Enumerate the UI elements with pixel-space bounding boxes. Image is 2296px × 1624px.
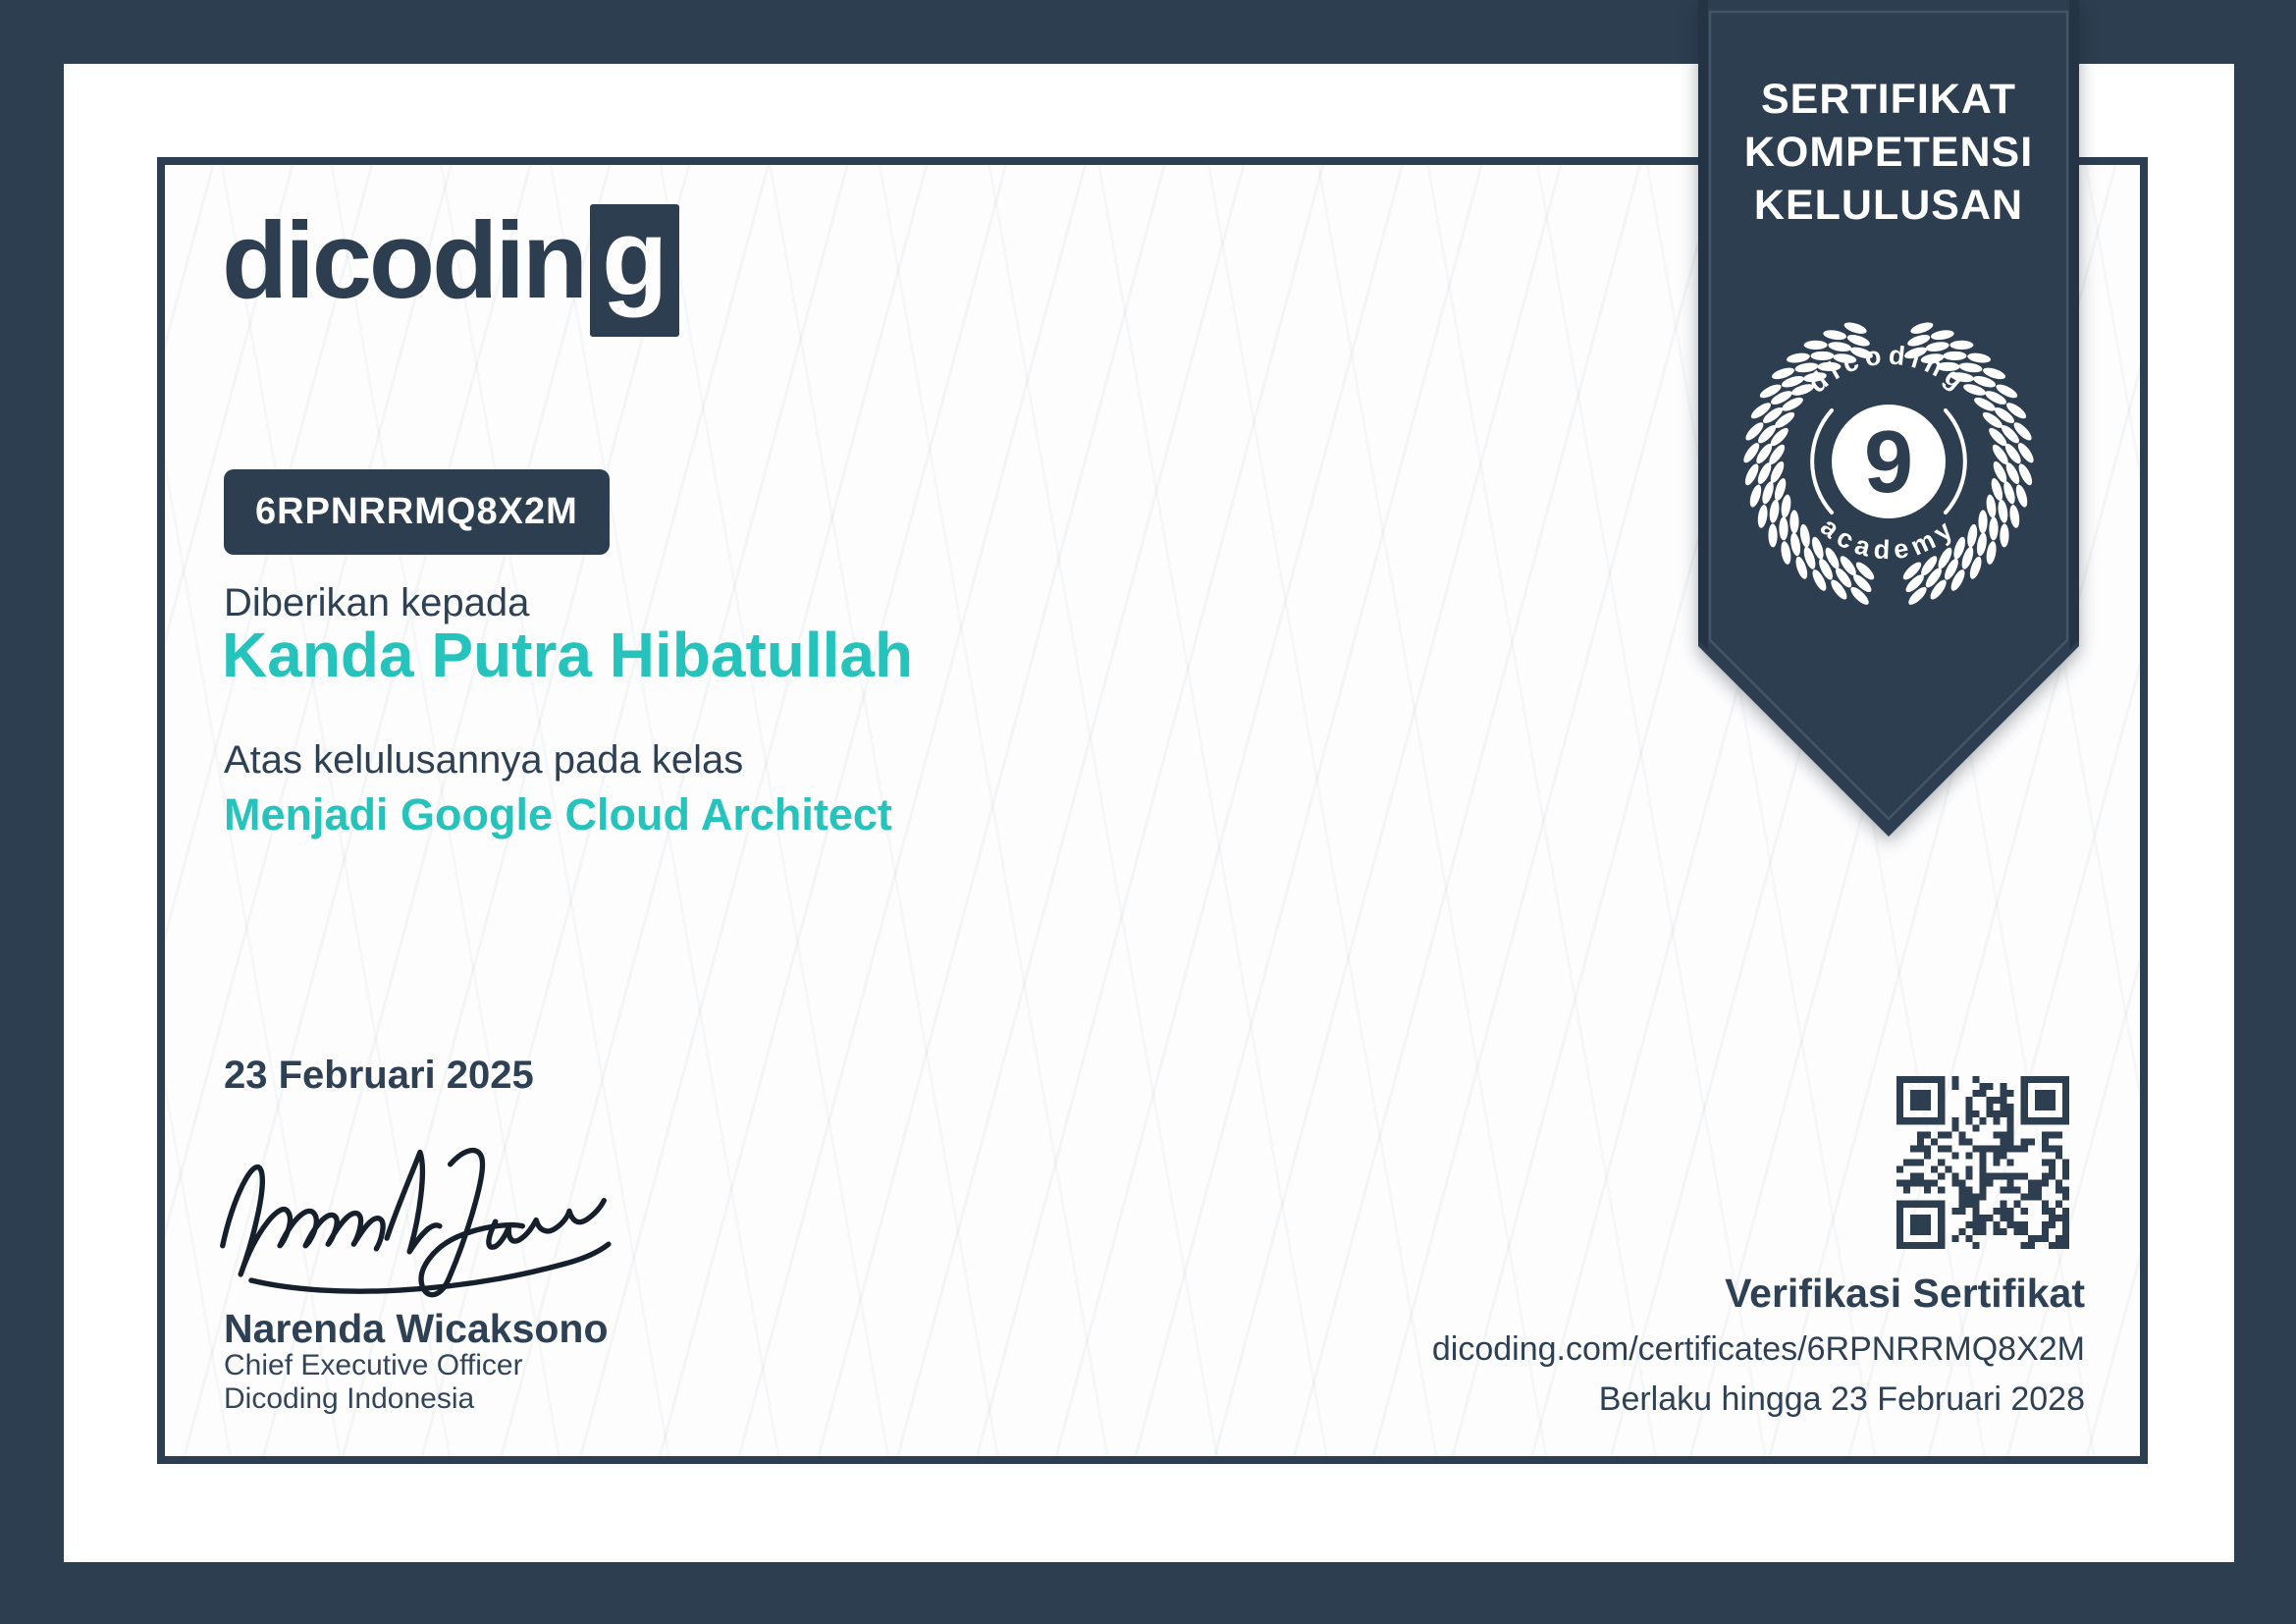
award-ribbon: dicoding academy 9 SERTIFIKAT KOMPETENSI… [1698, 0, 2079, 844]
ribbon-line-3: KELULUSAN [1753, 182, 2024, 229]
ribbon-title: SERTIFIKAT KOMPETENSI KELULUSAN [1698, 73, 2079, 232]
signature-image [220, 1148, 612, 1298]
course-title: Menjadi Google Cloud Architect [224, 789, 892, 839]
course-label: Atas kelulusannya pada kelas [224, 738, 744, 782]
verification-block: Verifikasi Sertifikat dicoding.com/certi… [1432, 1271, 2085, 1419]
dicoding-logo: dicodin g [222, 200, 680, 338]
badge-number: 9 [1864, 413, 1913, 512]
validity-text: Berlaku hingga 23 Februari 2028 [1598, 1380, 2085, 1418]
signer-name: Narenda Wicaksono [224, 1306, 609, 1351]
ribbon-line-2: KOMPETENSI [1743, 129, 2034, 176]
qr-code [1896, 1076, 2069, 1249]
signer-organization: Dicoding Indonesia [224, 1382, 475, 1415]
recipient-name: Kanda Putra Hibatullah [222, 620, 914, 690]
verification-title: Verifikasi Sertifikat [1725, 1271, 2085, 1316]
dicoding-logo-g-block: g [590, 203, 680, 338]
certificate-code-badge: 6RPNRRMQ8X2M [224, 469, 610, 555]
verification-url: dicoding.com/certificates/6RPNRRMQ8X2M [1431, 1330, 2085, 1368]
issue-date: 23 Februari 2025 [224, 1054, 534, 1097]
ribbon-line-1: SERTIFIKAT [1760, 76, 2017, 123]
certificate-page: dicodin g 6RPNRRMQ8X2M Diberikan kepada … [0, 0, 2296, 1624]
signer-title: Chief Executive Officer [224, 1349, 523, 1381]
dicoding-logo-text: dicodin [222, 200, 588, 321]
